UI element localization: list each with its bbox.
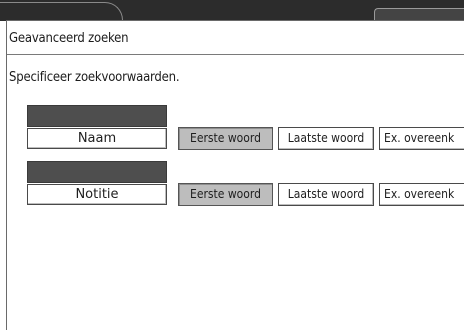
screen: Geavanceerd zoeken Specificeer zoekvoorw…: [0, 0, 464, 330]
note-value-field[interactable]: [27, 161, 167, 183]
name-field-button[interactable]: Naam: [27, 128, 167, 149]
note-option-exact-match[interactable]: Ex. overeenk: [379, 183, 464, 206]
name-option-last-word[interactable]: Laatste woord: [278, 127, 374, 150]
name-value-field[interactable]: [27, 105, 167, 127]
instruction-text: Specificeer zoekvoorwaarden.: [9, 70, 180, 85]
note-option-last-word[interactable]: Laatste woord: [278, 183, 374, 206]
name-option-exact-match[interactable]: Ex. overeenk: [379, 127, 464, 150]
note-option-first-word[interactable]: Eerste woord: [178, 183, 273, 206]
top-tab-left: [0, 2, 123, 21]
criterion-note: Notitie Eerste woord Laatste woord Ex. o…: [21, 161, 464, 207]
panel-title: Geavanceerd zoeken: [9, 31, 129, 46]
panel-title-row: Geavanceerd zoeken: [7, 21, 464, 55]
note-field-button[interactable]: Notitie: [27, 184, 167, 205]
criterion-name: Naam Eerste woord Laatste woord Ex. over…: [21, 105, 464, 151]
advanced-search-panel: Geavanceerd zoeken Specificeer zoekvoorw…: [6, 20, 464, 330]
name-option-first-word[interactable]: Eerste woord: [178, 127, 273, 150]
top-bar: [0, 0, 464, 21]
